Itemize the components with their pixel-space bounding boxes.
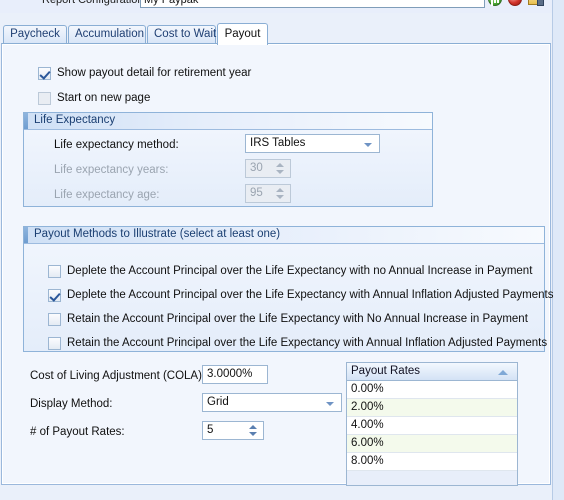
num-payout-rates-spinner[interactable]: 5 bbox=[202, 421, 264, 440]
checkbox-label-start-on-new-page: Start on new page bbox=[57, 92, 151, 104]
checkbox-label-deplete-no-increase: Deplete the Account Principal over the L… bbox=[67, 265, 533, 277]
tab-strip: Paycheck Accumulation Cost to Wait Payou… bbox=[0, 23, 564, 45]
spinner-up-icon[interactable] bbox=[276, 163, 284, 167]
life-expectancy-age-value: 95 bbox=[250, 187, 263, 199]
checkbox-retain-inflation-adjusted[interactable] bbox=[48, 337, 61, 350]
checkbox-label-retain-inflation-adjusted: Retain the Account Principal over the Li… bbox=[67, 337, 548, 349]
display-method-label: Display Method: bbox=[30, 398, 113, 410]
payout-methods-group-title: Payout Methods to Illustrate (select at … bbox=[34, 228, 281, 240]
tab-paycheck[interactable]: Paycheck bbox=[3, 25, 67, 44]
life-expectancy-years-label: Life expectancy years: bbox=[54, 164, 169, 176]
checkbox-deplete-inflation-adjusted[interactable] bbox=[48, 289, 61, 302]
spinner-down-icon[interactable] bbox=[249, 432, 257, 436]
life-expectancy-method-label: Life expectancy method: bbox=[54, 139, 179, 151]
report-configuration-input[interactable]: My Paypak bbox=[140, 0, 485, 8]
payout-methods-group: Payout Methods to Illustrate (select at … bbox=[23, 226, 554, 352]
table-row[interactable]: 4.00% bbox=[347, 417, 517, 435]
life-expectancy-group-header: Life Expectancy bbox=[24, 113, 432, 130]
chevron-down-icon bbox=[364, 143, 372, 147]
payout-methods-group-body: Deplete the Account Principal over the L… bbox=[24, 244, 554, 351]
table-row[interactable]: 6.00% bbox=[347, 435, 517, 453]
checkbox-deplete-no-increase[interactable] bbox=[48, 265, 61, 278]
payout-methods-group-header: Payout Methods to Illustrate (select at … bbox=[24, 227, 544, 244]
num-payout-rates-value: 5 bbox=[207, 424, 214, 436]
life-expectancy-group: Life Expectancy Life expectancy method: … bbox=[23, 112, 433, 207]
display-method-value: Grid bbox=[207, 396, 229, 408]
checkbox-label-retain-no-increase: Retain the Account Principal over the Li… bbox=[67, 313, 528, 325]
payout-rates-grid-filler bbox=[347, 471, 517, 485]
spinner-up-icon[interactable] bbox=[249, 425, 257, 429]
cola-label: Cost of Living Adjustment (COLA): bbox=[30, 370, 206, 382]
life-expectancy-years-spinner[interactable]: 30 bbox=[245, 159, 291, 178]
tab-payout[interactable]: Payout bbox=[217, 23, 268, 45]
num-payout-rates-label: # of Payout Rates: bbox=[30, 426, 125, 438]
chevron-down-icon bbox=[326, 402, 334, 406]
table-row[interactable]: 2.00% bbox=[347, 399, 517, 417]
checkbox-label-deplete-inflation-adjusted: Deplete the Account Principal over the L… bbox=[67, 289, 554, 301]
life-expectancy-group-title: Life Expectancy bbox=[34, 114, 116, 126]
life-expectancy-group-body: Life expectancy method: IRS Tables Life … bbox=[24, 130, 432, 206]
spinner-up-icon[interactable] bbox=[276, 188, 284, 192]
life-expectancy-age-label: Life expectancy age: bbox=[54, 189, 160, 201]
report-configuration-buttons bbox=[488, 0, 544, 9]
sort-ascending-icon[interactable] bbox=[498, 370, 508, 375]
life-expectancy-method-value: IRS Tables bbox=[250, 137, 306, 149]
life-expectancy-years-value: 30 bbox=[250, 162, 263, 174]
checkbox-start-on-new-page[interactable] bbox=[38, 92, 51, 105]
cola-input[interactable]: 3.0000% bbox=[202, 365, 268, 384]
payout-rates-grid[interactable]: Payout Rates 0.00% 2.00% 4.00% 6.00% 8.0… bbox=[346, 362, 518, 486]
payout-panel: Show payout detail for retirement year S… bbox=[1, 43, 554, 486]
life-expectancy-age-spinner[interactable]: 95 bbox=[245, 184, 291, 203]
report-configuration-label: Report Configuration: bbox=[42, 0, 147, 6]
table-row[interactable]: 8.00% bbox=[347, 453, 517, 471]
payout-rates-grid-header-label: Payout Rates bbox=[351, 365, 421, 377]
report-configuration-bar: Report Configuration: My Paypak bbox=[0, 0, 564, 13]
life-expectancy-method-combobox[interactable]: IRS Tables bbox=[245, 134, 380, 153]
payout-rates-grid-header[interactable]: Payout Rates bbox=[347, 363, 517, 381]
display-method-combobox[interactable]: Grid bbox=[202, 393, 342, 412]
green-plus-icon[interactable] bbox=[488, 0, 502, 6]
gold-edit-icon[interactable] bbox=[528, 0, 544, 6]
tab-cost-to-wait[interactable]: Cost to Wait bbox=[147, 25, 216, 44]
checkbox-show-payout-detail[interactable] bbox=[38, 67, 51, 80]
tab-accumulation[interactable]: Accumulation bbox=[68, 25, 146, 44]
spinner-down-icon[interactable] bbox=[276, 195, 284, 199]
table-row[interactable]: 0.00% bbox=[347, 381, 517, 399]
red-delete-icon[interactable] bbox=[508, 0, 522, 6]
right-gutter bbox=[552, 0, 564, 500]
payout-configuration-screen: Report Configuration: My Paypak Paycheck… bbox=[0, 0, 564, 500]
spinner-down-icon[interactable] bbox=[276, 170, 284, 174]
checkbox-label-show-payout-detail: Show payout detail for retirement year bbox=[57, 67, 252, 79]
checkbox-retain-no-increase[interactable] bbox=[48, 313, 61, 326]
